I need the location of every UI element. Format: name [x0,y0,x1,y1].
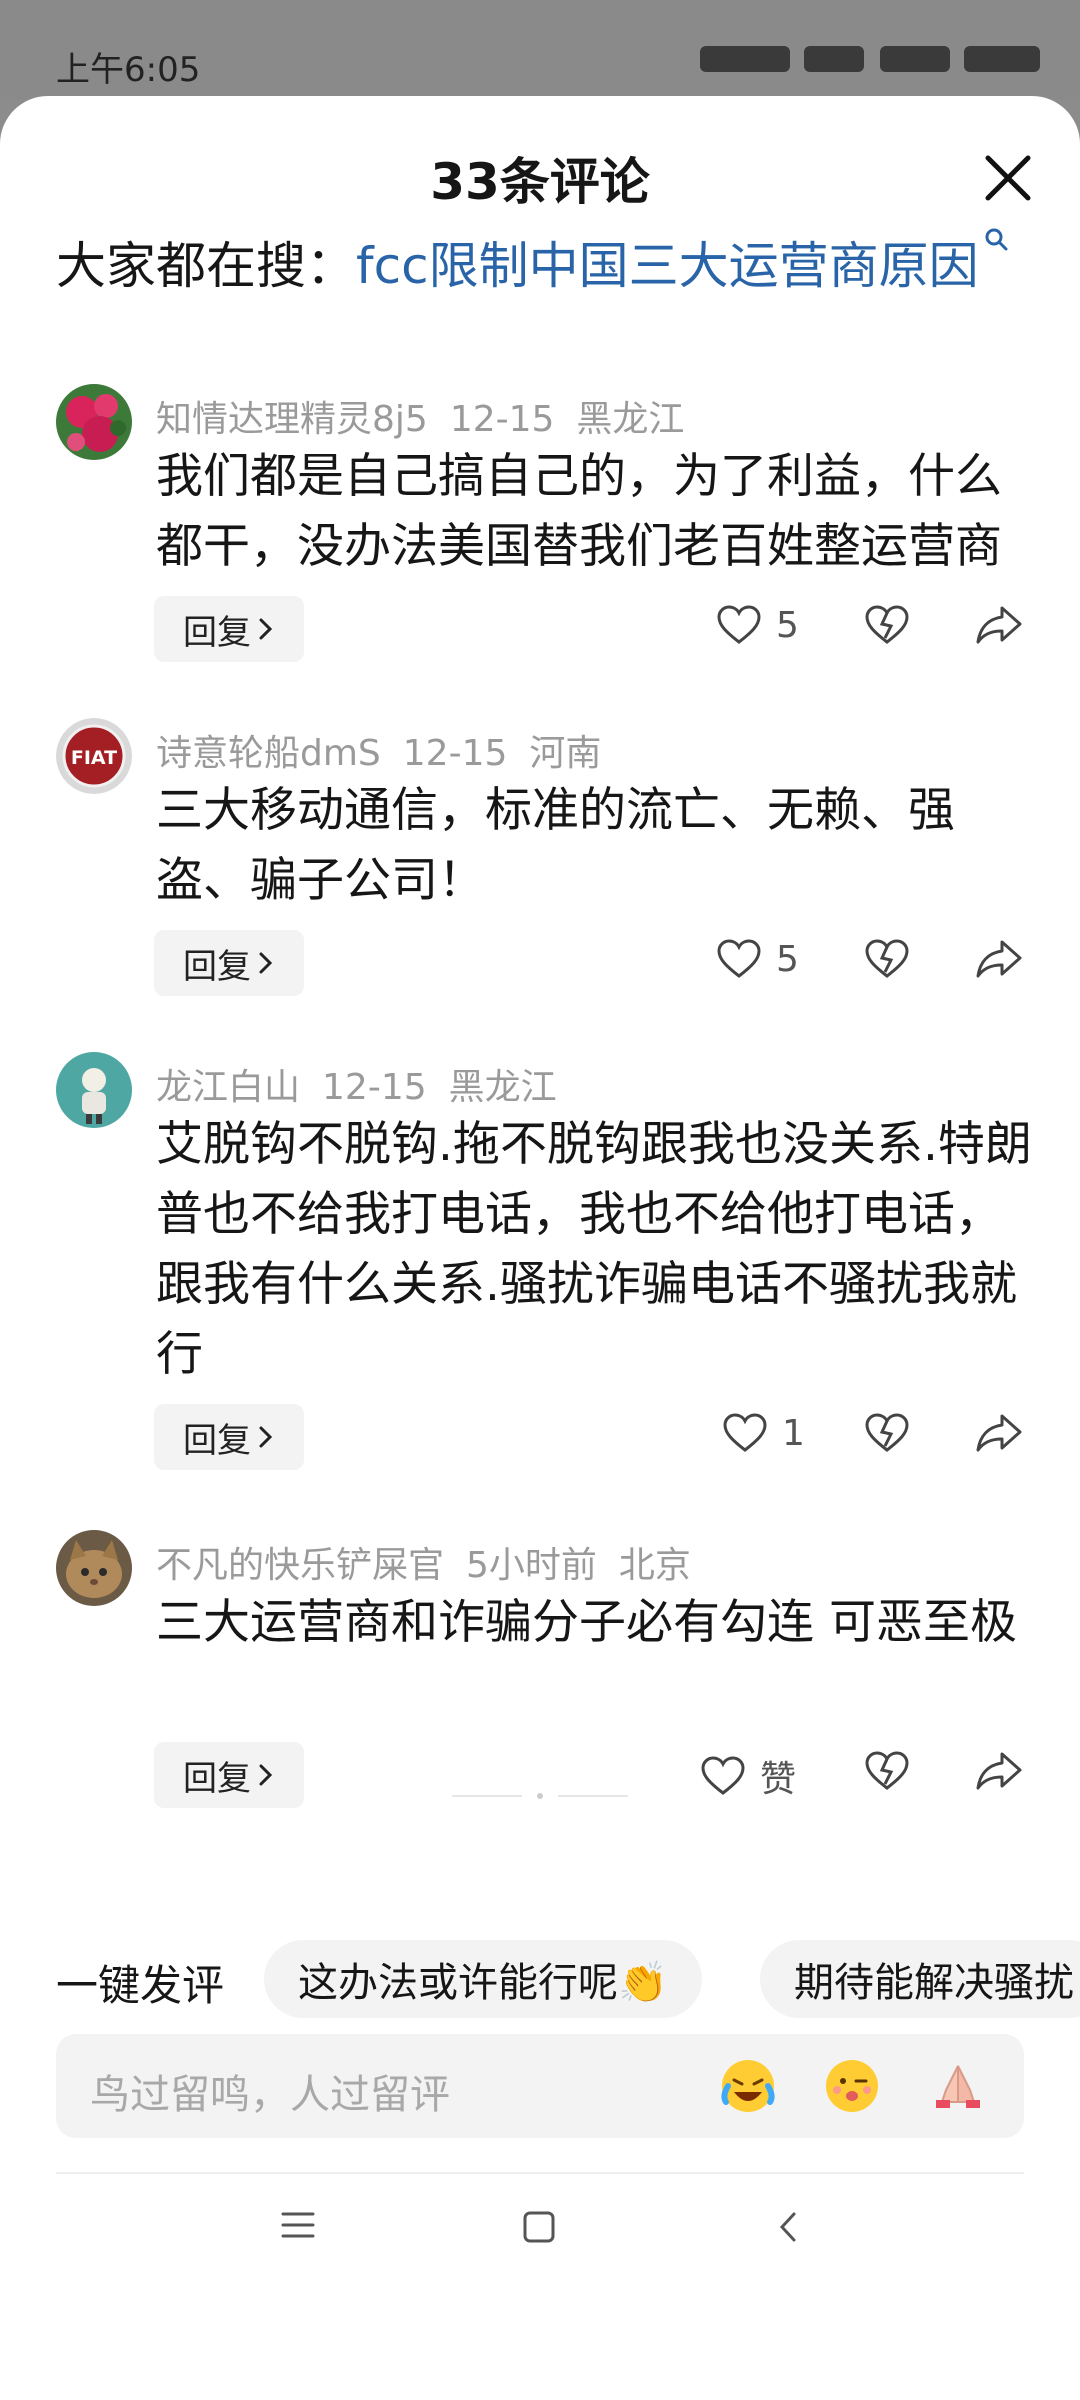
laughing-crying-emoji-icon[interactable] [718,2056,778,2116]
share-icon [976,606,1022,644]
status-time: 上午6:05 [56,50,201,90]
comment-date: 12-15 [402,733,508,774]
dislike-button[interactable] [864,938,910,984]
cartoon-person-avatar-icon [56,1052,132,1128]
quick-comment-row: 一键发评 这办法或许能行呢👏 期待能解决骚扰 [0,1940,1080,2020]
comment-author[interactable]: 知情达理精灵8j5 [156,399,428,440]
comment-location: 黑龙江 [576,399,685,440]
comment-text: 艾脱钩不脱钩.拖不脱钩跟我也没关系.特朗普也不给我打电话，我也不给他打电话，跟我… [156,1117,1032,1382]
reply-label: 回复 [183,1420,251,1461]
like-button[interactable]: 5 [716,938,799,980]
reply-button[interactable]: 回复 [154,1742,304,1808]
reply-label: 回复 [183,946,251,987]
comment-text: 三大运营商和诈骗分子必有勾连 可恶至极 [156,1595,1017,1650]
avatar[interactable]: FIAT [56,718,132,794]
comment-location: 黑龙江 [448,1067,557,1108]
like-button[interactable]: 1 [722,1412,805,1454]
share-button[interactable] [974,1412,1024,1458]
quick-comment-label: 一键发评 [56,1961,225,2010]
flower-avatar-icon [56,384,132,460]
chevron-right-icon [259,952,273,974]
comment-location: 北京 [618,1545,691,1586]
page-title: 33条评论 [430,153,650,211]
share-button[interactable] [974,1750,1024,1796]
comment-input[interactable]: 鸟过留鸣，人过留评 [56,2034,1024,2138]
menu-icon[interactable] [280,2210,316,2240]
like-count: 5 [776,938,799,980]
avatar[interactable] [56,384,132,460]
dislike-button[interactable] [864,1412,910,1458]
like-count: 1 [782,1412,805,1454]
comment-meta: 龙江白山 12-15 黑龙江 [156,1058,579,1110]
chevron-right-icon [259,1426,273,1448]
trending-search-link[interactable]: fcc限制中国三大运营商原因 [356,237,979,295]
broken-heart-icon [865,1413,909,1452]
reply-button[interactable]: 回复 [154,596,304,662]
status-bar: 上午6:05 [0,0,1080,100]
reply-label: 回复 [183,612,251,653]
praying-hands-emoji-icon[interactable] [928,2056,988,2116]
like-count: 5 [776,604,799,646]
status-icons [700,40,1040,76]
trending-search: 大家都在搜：fcc限制中国三大运营商原因 [56,226,1011,298]
like-button[interactable]: 5 [716,604,799,646]
fiat-logo-avatar-icon: FIAT [56,718,132,794]
heart-icon [723,1413,767,1452]
reply-button[interactable]: 回复 [154,930,304,996]
search-icon [985,228,1008,251]
broken-heart-icon [865,605,909,644]
loading-indicator [452,1793,628,1799]
back-icon[interactable] [776,2210,800,2244]
share-button[interactable] [974,604,1024,650]
quick-comment-chip[interactable]: 这办法或许能行呢👏 [264,1940,702,2018]
heart-icon [701,1756,745,1795]
dislike-button[interactable] [864,1750,910,1796]
chevron-right-icon [259,1764,273,1786]
broken-heart-icon [865,939,909,978]
share-icon [976,940,1022,978]
trending-search-prefix: 大家都在搜： [56,237,356,295]
like-button[interactable]: 赞 [700,1750,796,1802]
close-icon [985,155,1031,201]
comment-meta: 诗意轮船dmS 12-15 河南 [156,724,623,776]
comment-text: 三大移动通信，标准的流亡、无赖、强盗、骗子公司！ [156,783,955,908]
comment-author[interactable]: 龙江白山 [156,1067,300,1108]
winking-emoji-icon[interactable] [822,2056,882,2116]
comment-author[interactable]: 不凡的快乐铲屎官 [156,1545,444,1586]
reply-label: 回复 [183,1758,251,1799]
comment-meta: 不凡的快乐铲屎官 5小时前 北京 [156,1536,713,1588]
comment-date: 5小时前 [466,1545,597,1586]
comment-input-placeholder: 鸟过留鸣，人过留评 [90,2072,450,2118]
share-button[interactable] [974,938,1024,984]
broken-heart-icon [865,1751,909,1790]
avatar[interactable] [56,1052,132,1128]
quick-comment-chip[interactable]: 期待能解决骚扰 [760,1940,1080,2018]
like-count: 赞 [760,1759,797,1800]
chevron-right-icon [259,618,273,640]
comment-date: 12-15 [449,399,555,440]
heart-icon [717,939,761,978]
bottom-divider [56,2172,1024,2174]
comment-text: 我们都是自己搞自己的，为了利益，什么都干，没办法美国替我们老百姓整运营商 [156,449,1002,574]
share-icon [976,1752,1022,1790]
home-icon[interactable] [522,2210,556,2244]
comment-author[interactable]: 诗意轮船dmS [156,733,381,774]
dislike-button[interactable] [864,604,910,650]
avatar[interactable] [56,1530,132,1606]
cat-avatar-icon [56,1530,132,1606]
comment-date: 12-15 [322,1067,427,1108]
share-icon [976,1414,1022,1452]
comment-meta: 知情达理精灵8j5 12-15 黑龙江 [156,390,706,442]
close-button[interactable] [978,148,1038,208]
comment-location: 河南 [529,733,602,774]
heart-icon [717,605,761,644]
svg-text:FIAT: FIAT [71,747,117,769]
reply-button[interactable]: 回复 [154,1404,304,1470]
